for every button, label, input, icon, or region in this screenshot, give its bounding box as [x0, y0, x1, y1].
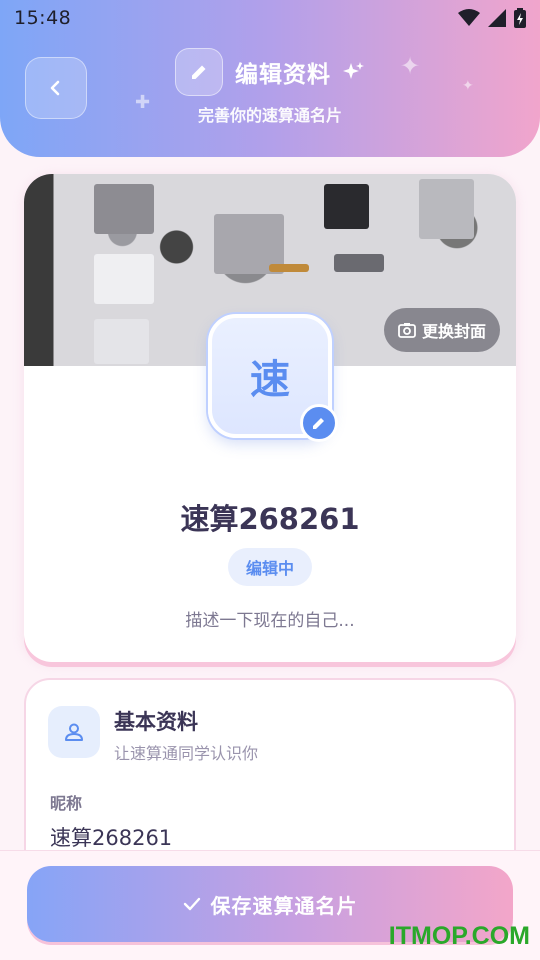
- pencil-icon: [192, 65, 206, 79]
- sparkle-icon: [343, 62, 364, 79]
- status-icons: [458, 8, 526, 28]
- profile-card: 更换封面 速 速算268261 编辑中 描述一下现在的自己...: [24, 174, 516, 662]
- avatar-container[interactable]: 速: [208, 314, 338, 442]
- title-icon-box: [175, 48, 223, 96]
- username: 速算268261: [180, 502, 360, 536]
- nickname-label: 昵称: [50, 794, 83, 813]
- save-button-label: 保存速算通名片: [210, 893, 358, 918]
- nickname-input[interactable]: 速算268261: [50, 822, 490, 852]
- signal-icon: [488, 9, 506, 27]
- info-icon-box: [48, 706, 100, 758]
- section-subtitle: 让速算通同学认识你: [114, 744, 259, 763]
- page-title: 编辑资料: [235, 62, 331, 88]
- section-title: 基本资料: [114, 710, 198, 734]
- avatar-edit-button[interactable]: [300, 404, 338, 442]
- pencil-icon: [313, 418, 324, 429]
- change-cover-label: 更换封面: [421, 322, 486, 341]
- status-bar: 15:48: [0, 0, 540, 36]
- status-time: 15:48: [14, 7, 72, 29]
- change-cover-button[interactable]: 更换封面: [383, 308, 500, 352]
- status-badge: 编辑中: [228, 548, 312, 586]
- check-icon: [183, 897, 200, 911]
- camera-icon: [398, 323, 416, 338]
- page-subtitle: 完善你的速算通名片: [197, 106, 342, 125]
- bio-field[interactable]: 描述一下现在的自己...: [24, 606, 516, 631]
- user-icon: [65, 723, 83, 741]
- wifi-icon: [458, 9, 480, 26]
- watermark: ITMOP.COM: [388, 922, 530, 950]
- battery-icon: [514, 8, 526, 28]
- header-title-block: 编辑资料 完善你的速算通名片: [0, 48, 540, 126]
